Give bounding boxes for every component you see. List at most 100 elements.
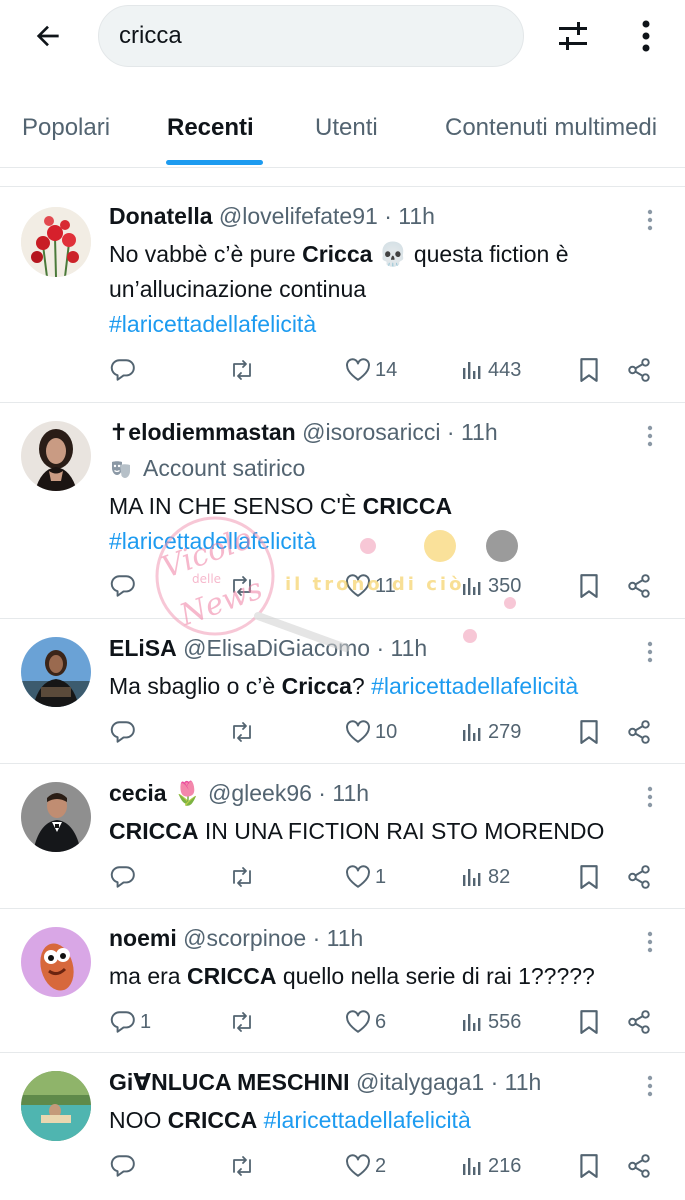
reply-icon (110, 1011, 135, 1033)
display-name[interactable]: GiꓯNLUCA MESCHINI (109, 1069, 350, 1095)
hashtag-link[interactable]: #laricettadellafelicità (371, 673, 578, 699)
retweet-icon (233, 867, 251, 887)
tweet[interactable]: ✝elodiemmastan @isorosaricci · 11h Accou… (0, 403, 685, 619)
retweet-button[interactable] (228, 860, 256, 894)
tab-popolari[interactable]: Popolari (22, 114, 110, 142)
share-icon (628, 358, 650, 382)
bookmark-button[interactable] (578, 1149, 600, 1183)
user-handle[interactable]: @scorpinoe (183, 925, 306, 951)
back-button[interactable] (28, 16, 68, 56)
avatar[interactable] (21, 782, 91, 852)
tweet-more-button[interactable] (640, 784, 660, 810)
tweet-time: 11h (460, 419, 498, 445)
like-button[interactable]: 2 (345, 1149, 386, 1183)
avatar[interactable] (21, 1071, 91, 1141)
display-name[interactable]: ✝elodiemmastan (109, 419, 296, 445)
views-button[interactable]: 350 (460, 569, 521, 603)
display-name[interactable]: noemi (109, 925, 177, 951)
views-button[interactable]: 443 (460, 353, 521, 387)
display-name[interactable]: ELiSA (109, 635, 177, 661)
avatar[interactable] (21, 207, 91, 277)
tweet-actions: 10 279 (0, 715, 685, 749)
tweet-more-button[interactable] (640, 1073, 660, 1099)
hashtag-link[interactable]: #laricettadellafelicità (264, 1107, 471, 1133)
reply-button[interactable] (110, 715, 140, 749)
reply-button[interactable] (110, 569, 140, 603)
user-handle[interactable]: @gleek96 (208, 780, 312, 806)
retweet-button[interactable] (228, 1149, 256, 1183)
tweet[interactable]: noemi @scorpinoe · 11h ma era CRICCA que… (0, 909, 685, 1053)
user-handle[interactable]: @lovelifefate91 (219, 203, 378, 229)
share-button[interactable] (626, 569, 652, 603)
reply-icon (110, 575, 135, 597)
search-match: CRICCA (109, 818, 199, 844)
like-button[interactable]: 10 (345, 715, 397, 749)
retweet-button[interactable] (228, 1005, 256, 1039)
tweet[interactable]: cecia 🌷 @gleek96 · 11h CRICCA IN UNA FIC… (0, 764, 685, 909)
display-name[interactable]: cecia 🌷 (109, 780, 202, 806)
tweet[interactable]: Donatella @lovelifefate91 · 11h No vabbè… (0, 187, 685, 403)
share-icon (628, 1154, 650, 1178)
tweet-more-button[interactable] (640, 929, 660, 955)
bookmark-button[interactable] (578, 715, 600, 749)
more-options-button[interactable] (630, 16, 662, 56)
retweet-button[interactable] (228, 353, 256, 387)
avatar[interactable] (21, 927, 91, 997)
search-input[interactable]: cricca (98, 5, 524, 67)
hashtag-link[interactable]: #laricettadellafelicità (109, 311, 316, 337)
reply-button[interactable] (110, 860, 140, 894)
bookmark-button[interactable] (578, 860, 600, 894)
hashtag-link[interactable]: #laricettadellafelicità (109, 528, 316, 554)
tweet[interactable]: ELiSA @ElisaDiGiacomo · 11h Ma sbaglio o… (0, 619, 685, 764)
more-vertical-icon (647, 641, 653, 663)
reply-button[interactable]: 1 (110, 1005, 151, 1039)
retweet-button[interactable] (228, 569, 256, 603)
heart-icon (346, 358, 370, 381)
views-button[interactable]: 216 (460, 1149, 521, 1183)
user-handle[interactable]: @ElisaDiGiacomo (183, 635, 370, 661)
more-vertical-icon (647, 786, 653, 808)
tweet-more-button[interactable] (640, 207, 660, 233)
bookmark-icon (580, 865, 598, 889)
share-button[interactable] (626, 860, 652, 894)
search-query: cricca (119, 22, 182, 49)
share-icon (628, 574, 650, 598)
avatar[interactable] (21, 421, 91, 491)
like-button[interactable]: 14 (345, 353, 397, 387)
tab-utenti[interactable]: Utenti (315, 114, 378, 142)
tab-recenti[interactable]: Recenti (167, 114, 254, 142)
reply-icon (110, 721, 135, 743)
user-handle[interactable]: @isorosaricci (302, 419, 440, 445)
tab-contenuti-multimedia[interactable]: Contenuti multimedi (445, 114, 657, 142)
bookmark-button[interactable] (578, 353, 600, 387)
share-button[interactable] (626, 715, 652, 749)
tweet-time: 11h (390, 635, 428, 661)
like-button[interactable]: 6 (345, 1005, 386, 1039)
like-button[interactable]: 11 (345, 569, 396, 603)
views-button[interactable]: 82 (460, 860, 510, 894)
tweet-more-button[interactable] (640, 423, 660, 449)
bookmark-button[interactable] (578, 569, 600, 603)
bookmark-button[interactable] (578, 1005, 600, 1039)
reply-button[interactable] (110, 353, 140, 387)
like-button[interactable]: 1 (345, 860, 386, 894)
retweet-icon (233, 722, 251, 742)
active-tab-indicator (166, 160, 263, 165)
tweet-header: Donatella @lovelifefate91 · 11h (109, 203, 435, 229)
filter-button[interactable] (551, 16, 595, 56)
tweet-header: GiꓯNLUCA MESCHINI @italygaga1 · 11h (109, 1069, 542, 1095)
display-name[interactable]: Donatella (109, 203, 213, 229)
heart-icon (346, 1010, 370, 1033)
views-button[interactable]: 279 (460, 715, 521, 749)
avatar[interactable] (21, 637, 91, 707)
tweet[interactable]: GiꓯNLUCA MESCHINI @italygaga1 · 11h NOO … (0, 1053, 685, 1200)
retweet-button[interactable] (228, 715, 256, 749)
share-button[interactable] (626, 1005, 652, 1039)
reply-button[interactable] (110, 1149, 140, 1183)
share-button[interactable] (626, 353, 652, 387)
tweet-more-button[interactable] (640, 639, 660, 665)
user-handle[interactable]: @italygaga1 (356, 1069, 484, 1095)
views-button[interactable]: 556 (460, 1005, 521, 1039)
share-button[interactable] (626, 1149, 652, 1183)
reply-icon (110, 1155, 135, 1177)
